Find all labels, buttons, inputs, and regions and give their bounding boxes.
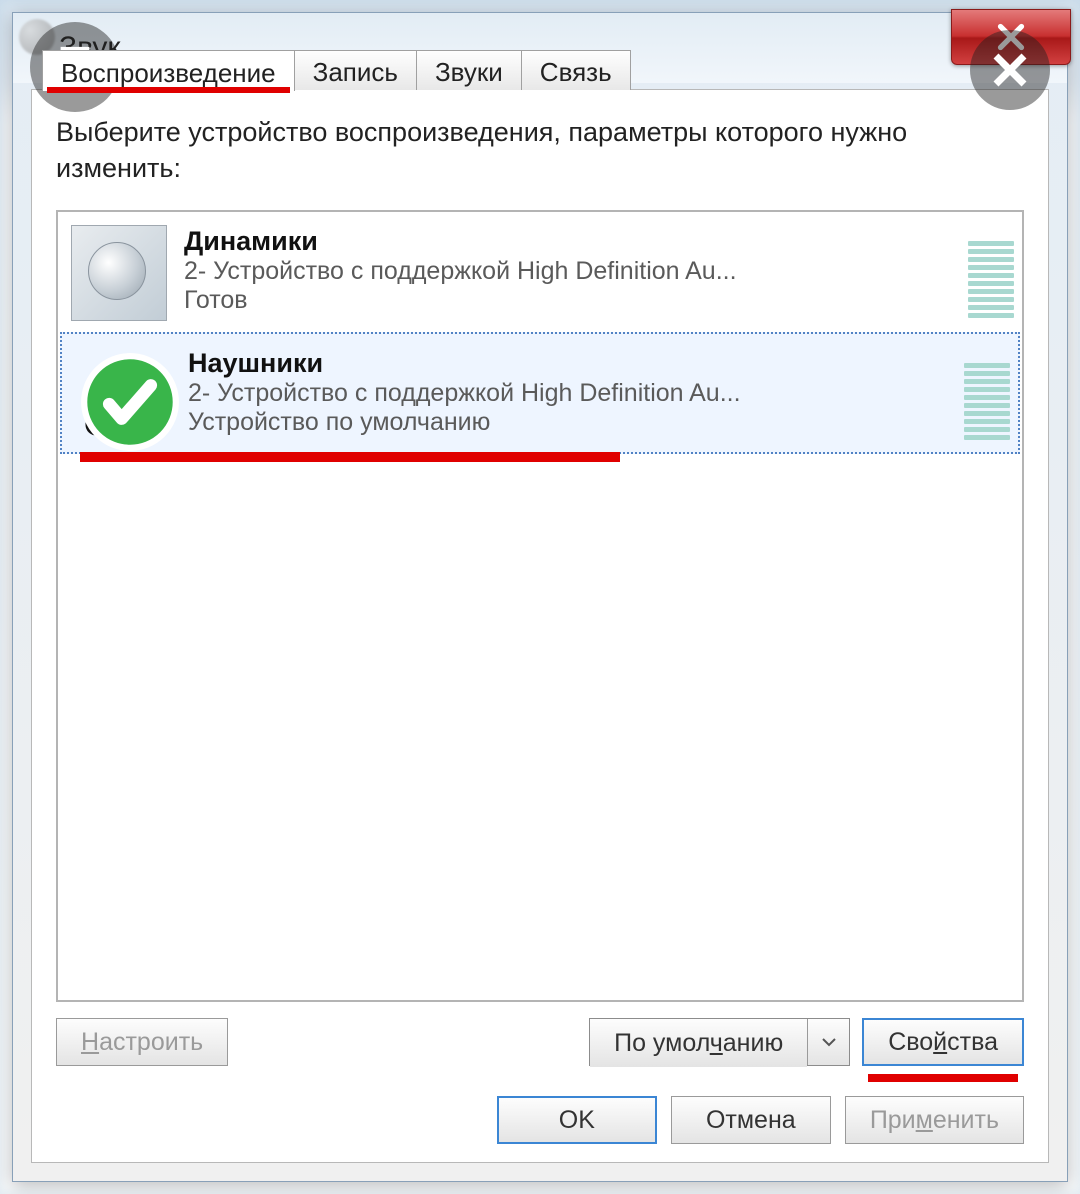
configure-button[interactable]: Настроить <box>56 1018 228 1066</box>
tab-playback[interactable]: Воспроизведение <box>42 50 295 91</box>
sound-dialog-window: Звук Воспроизведение Запись Звуки Связь … <box>12 12 1068 1182</box>
tab-label: Запись <box>313 57 398 88</box>
ok-button[interactable]: OK <box>497 1096 657 1144</box>
tab-recording[interactable]: Запись <box>294 50 417 90</box>
tab-label: Связь <box>540 57 612 88</box>
device-description: 2- Устройство с поддержкой High Definiti… <box>188 379 878 408</box>
device-status: Готов <box>184 286 954 315</box>
button-label: По умолчанию <box>614 1029 783 1058</box>
headphones-icon <box>72 344 174 446</box>
annotation-underline <box>868 1074 1018 1082</box>
annotation-underline <box>47 87 290 93</box>
device-text: Динамики 2- Устройство с поддержкой High… <box>184 222 954 315</box>
viewer-close-button[interactable] <box>970 30 1050 110</box>
tab-communications[interactable]: Связь <box>521 50 631 90</box>
properties-button[interactable]: Свойства <box>862 1018 1024 1066</box>
button-label: Настроить <box>81 1028 203 1057</box>
device-text: Наушники 2- Устройство с поддержкой High… <box>188 344 950 437</box>
set-default-dropdown[interactable] <box>807 1019 849 1065</box>
dialog-content: Воспроизведение Запись Звуки Связь Выбер… <box>31 89 1049 1163</box>
tab-sounds[interactable]: Звуки <box>416 50 522 90</box>
tab-buttons-row: Настроить По умолчанию Свойства <box>56 1018 1024 1066</box>
device-name: Динамики <box>184 226 954 257</box>
tab-label: Звуки <box>435 57 503 88</box>
annotation-underline <box>80 452 620 462</box>
tab-label: Воспроизведение <box>61 58 276 89</box>
close-icon <box>989 49 1031 91</box>
apply-button[interactable]: Применить <box>845 1096 1024 1144</box>
default-device-badge <box>80 352 180 452</box>
button-label: Отмена <box>706 1106 796 1135</box>
cancel-button[interactable]: Отмена <box>671 1096 831 1144</box>
instruction-text: Выберите устройство воспроизведения, пар… <box>56 114 1024 187</box>
device-list[interactable]: Динамики 2- Устройство с поддержкой High… <box>56 210 1024 1002</box>
device-status: Устройство по умолчанию <box>188 408 950 437</box>
tab-strip: Воспроизведение Запись Звуки Связь <box>42 50 630 90</box>
level-meter <box>968 222 1014 318</box>
button-label: OK <box>559 1106 595 1135</box>
speaker-icon <box>68 222 170 324</box>
device-description: 2- Устройство с поддержкой High Definiti… <box>184 257 874 286</box>
dialog-button-row: OK Отмена Применить <box>497 1096 1024 1144</box>
chevron-down-icon <box>821 1036 837 1048</box>
device-item-headphones[interactable]: Наушники 2- Устройство с поддержкой High… <box>60 332 1020 454</box>
button-label: Применить <box>870 1106 999 1135</box>
set-default-split-button[interactable]: По умолчанию <box>589 1018 850 1066</box>
level-meter <box>964 344 1010 440</box>
button-label: Свойства <box>888 1028 998 1057</box>
device-item-speakers[interactable]: Динамики 2- Устройство с поддержкой High… <box>58 212 1022 330</box>
device-name: Наушники <box>188 348 950 379</box>
